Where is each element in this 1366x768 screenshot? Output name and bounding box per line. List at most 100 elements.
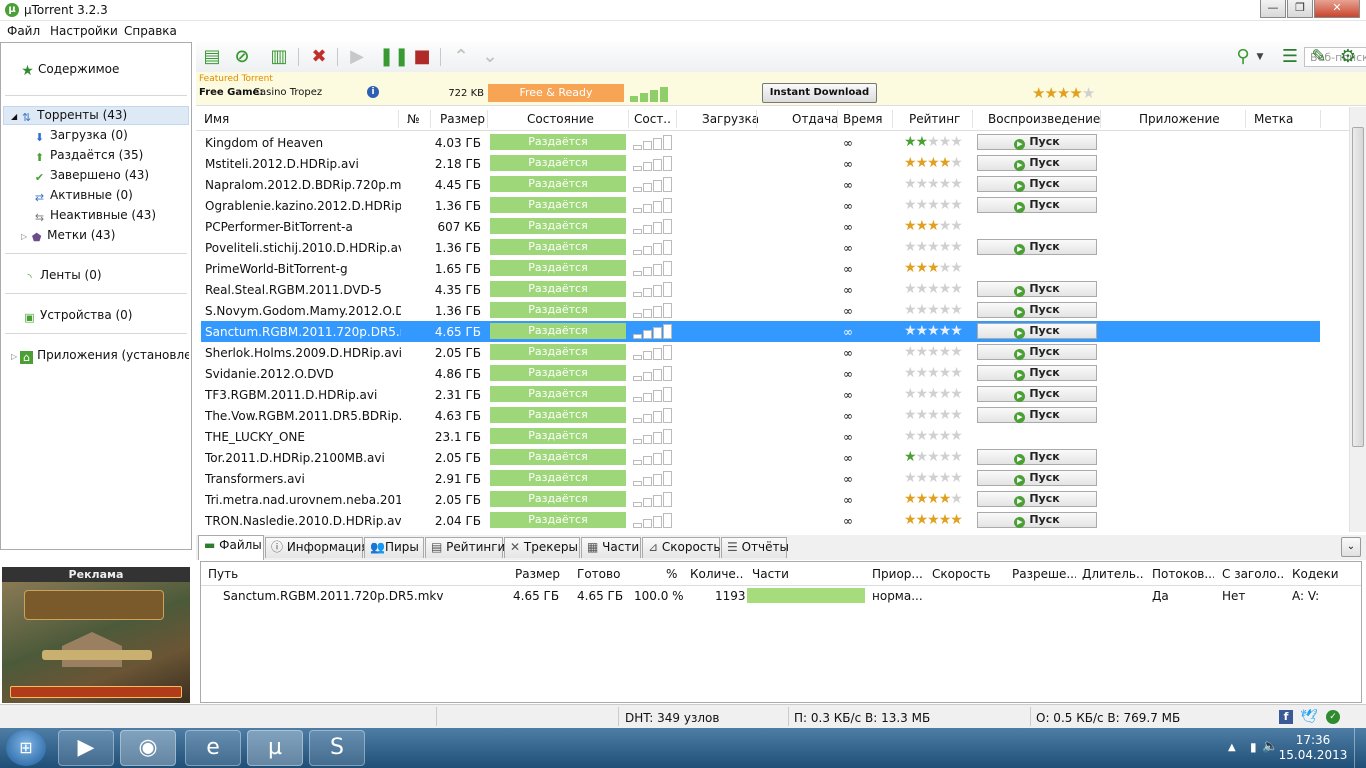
col-time[interactable]: Время (843, 112, 883, 126)
files-col-resolution[interactable]: Разреше... (1012, 567, 1076, 581)
files-col-percent[interactable]: % (666, 567, 677, 581)
play-button[interactable]: ▶ Пуск (977, 344, 1097, 360)
play-button[interactable]: ▶ Пуск (977, 302, 1097, 318)
skype-icon[interactable]: S (309, 730, 365, 766)
maximize-button[interactable]: ❐ (1287, 0, 1313, 18)
files-col-duration[interactable]: Длитель... (1082, 567, 1144, 581)
instant-download-button[interactable]: Instant Download (762, 83, 877, 103)
download-status[interactable]: П: 0.3 КБ/с В: 13.3 МБ (794, 711, 930, 725)
files-col-priority[interactable]: Приор... (872, 567, 924, 581)
table-row[interactable]: Napralom.2012.D.BDRip.720p.mkv 4.45 ГБ Раз… (201, 174, 1320, 195)
windows-start-icon[interactable]: ⊞ (6, 730, 46, 766)
table-row[interactable]: PrimeWorld-BitTorrent-g 1.65 ГБ Раздаётся ∞… (201, 258, 1320, 279)
menu-file[interactable]: Файл (7, 24, 40, 38)
torrent-rating-stars[interactable]: ★★★★★ (904, 407, 963, 423)
col-number[interactable]: № (407, 112, 419, 126)
torrent-rating-stars[interactable]: ★★★★★ (904, 386, 963, 402)
network-icon[interactable]: ▮ (1250, 740, 1257, 754)
table-row[interactable]: Kingdom of Heaven 4.03 ГБ Раздаётся ∞ ★★★★★ ▶… (201, 132, 1320, 153)
file-path[interactable]: Sanctum.RGBM.2011.720p.DR5.mkv (223, 589, 443, 603)
remote-icon[interactable]: ✎ (1308, 46, 1330, 68)
add-torrent-icon[interactable]: ▤ (201, 46, 223, 68)
torrent-rating-stars[interactable]: ★★★★★ (904, 470, 963, 486)
table-row[interactable]: Transformers.avi 2.91 ГБ Раздаётся ∞ ★★★★★ ▶ П… (201, 468, 1320, 489)
col-playback[interactable]: Воспроизведение (988, 112, 1100, 126)
table-row[interactable]: Svidanie.2012.O.DVD 4.86 ГБ Раздаётся ∞ ★★★★… (201, 363, 1320, 384)
list-view-icon[interactable]: ☰ (1279, 46, 1301, 68)
torrent-rating-stars[interactable]: ★★★★★ (904, 323, 963, 339)
col-app[interactable]: Приложение (1139, 112, 1220, 126)
tab-logs[interactable]: ☰ Отчёты (721, 537, 789, 558)
torrent-rating-stars[interactable]: ★★★★★ (904, 155, 963, 171)
torrent-rating-stars[interactable]: ★★★★★ (904, 491, 963, 507)
torrent-rating-stars[interactable]: ★★★★★ (904, 134, 963, 150)
tab-trackers[interactable]: ✕ Трекеры (504, 537, 580, 558)
torrent-rating-stars[interactable]: ★★★★★ (904, 344, 963, 360)
table-row[interactable]: Sanctum.RGBM.2011.720p.DR5.mkv 4.65 ГБ Раз… (201, 321, 1320, 342)
menu-settings[interactable]: Настройки (50, 24, 118, 38)
col-rating[interactable]: Рейтинг (909, 112, 960, 126)
sidebar-item-labels[interactable]: ▷ ⬟ Метки (43) (21, 228, 115, 244)
sidebar-item-active[interactable]: ⇄ Активные (0) (33, 188, 133, 204)
table-row[interactable]: PCPerformer-BitTorrent-a 607 КБ Раздаётся ∞… (201, 216, 1320, 237)
col-state[interactable]: Состояние (527, 112, 594, 126)
create-torrent-icon[interactable]: ▥ (268, 46, 290, 68)
torrent-rating-stars[interactable]: ★★★★★ (904, 176, 963, 192)
files-col-done[interactable]: Готово (577, 567, 620, 581)
table-row[interactable]: S.Novym.Godom.Mamy.2012.O.D... 1.36 ГБ Раз… (201, 300, 1320, 321)
files-col-speed[interactable]: Скорость (932, 567, 991, 581)
files-col-header[interactable]: С заголо... (1222, 567, 1284, 581)
sidebar-item-content[interactable]: ★ Содержимое (21, 62, 119, 78)
gear-icon[interactable]: ⚙ (1337, 46, 1359, 68)
show-desktop-button[interactable] (1354, 728, 1366, 768)
table-row[interactable]: Mstiteli.2012.D.HDRip.avi 2.18 ГБ Раздаётс… (201, 153, 1320, 174)
table-row[interactable]: TF3.RGBM.2011.D.HDRip.avi 2.31 ГБ Раздаётс… (201, 384, 1320, 405)
menu-help[interactable]: Справка (124, 24, 177, 38)
chevron-down-icon[interactable]: ▼ (1254, 46, 1266, 68)
table-row[interactable]: THE_LUCKY_ONE 23.1 ГБ Раздаётся ∞ ★★★★★ (201, 426, 1320, 447)
tab-info[interactable]: ⓘ Информация (265, 537, 368, 558)
ad-banner[interactable]: Реклама (2, 567, 190, 703)
table-row[interactable]: Tri.metra.nad.urovnem.neba.2010.... 2.05 … (201, 489, 1320, 510)
play-button[interactable]: ▶ Пуск (977, 134, 1097, 150)
play-button[interactable]: ▶ Пуск (977, 281, 1097, 297)
twitter-icon[interactable]: 🕊 (1300, 709, 1318, 725)
sidebar-item-inactive[interactable]: ⇆ Неактивные (43) (33, 208, 156, 224)
upload-status[interactable]: О: 0.5 КБ/с В: 769.7 МБ (1036, 711, 1180, 725)
info-icon[interactable]: i (367, 86, 379, 98)
torrent-rating-stars[interactable]: ★★★★★ (904, 428, 963, 444)
sidebar-item-feeds[interactable]: ◝ Ленты (0) (23, 268, 101, 284)
play-button[interactable]: ▶ Пуск (977, 176, 1097, 192)
torrent-rating-stars[interactable]: ★★★★★ (904, 218, 963, 234)
play-button[interactable]: ▶ Пуск (977, 386, 1097, 402)
files-col-codecs[interactable]: Кодеки (1292, 567, 1339, 581)
add-url-icon[interactable]: ⊘ (231, 46, 253, 68)
torrent-rating-stars[interactable]: ★★★★★ (904, 365, 963, 381)
files-col-size[interactable]: Размер (515, 567, 560, 581)
torrent-rating-stars[interactable]: ★★★★★ (904, 239, 963, 255)
play-button[interactable]: ▶ Пуск (977, 491, 1097, 507)
internet-explorer-icon[interactable]: e (185, 730, 241, 766)
torrent-rating-stars[interactable]: ★★★★★ (904, 512, 963, 528)
col-upload[interactable]: Отдача (792, 112, 839, 126)
files-col-path[interactable]: Путь (208, 567, 238, 581)
sidebar-item-apps[interactable]: ▷⌂Приложения (установлено (11, 348, 189, 364)
table-row[interactable]: Poveliteli.stichij.2010.D.HDRip.avi 1.36 … (201, 237, 1320, 258)
files-col-pieces[interactable]: Части (752, 567, 789, 581)
tab-ratings[interactable]: ▤ Рейтинги (425, 537, 505, 558)
table-row[interactable]: TRON.Nasledie.2010.D.HDRip.avi 2.04 ГБ Раз… (201, 510, 1320, 531)
play-button[interactable]: ▶ Пуск (977, 365, 1097, 381)
table-row[interactable]: Tor.2011.D.HDRip.2100MB.avi 2.05 ГБ Раздаё… (201, 447, 1320, 468)
sidebar-item-seeding[interactable]: ⬆ Раздаётся (35) (33, 148, 143, 164)
col-download[interactable]: Загрузка (702, 112, 759, 126)
collapse-panel-button[interactable]: ⌄ (1341, 537, 1361, 557)
minimize-button[interactable]: — (1260, 0, 1286, 18)
media-player-icon[interactable]: ▶ (58, 730, 114, 766)
sidebar-item-downloading[interactable]: ⬇ Загрузка (0) (33, 128, 128, 144)
move-down-icon[interactable]: ⌄ (479, 46, 501, 68)
col-name[interactable]: Имя (204, 112, 229, 126)
tab-files[interactable]: ▬ Файлы (198, 535, 264, 560)
play-button[interactable]: ▶ Пуск (977, 323, 1097, 339)
col-state2[interactable]: Сост... (634, 112, 672, 126)
sidebar-item-torrents[interactable]: ◢ ⇅ Торренты (43) (11, 108, 127, 124)
